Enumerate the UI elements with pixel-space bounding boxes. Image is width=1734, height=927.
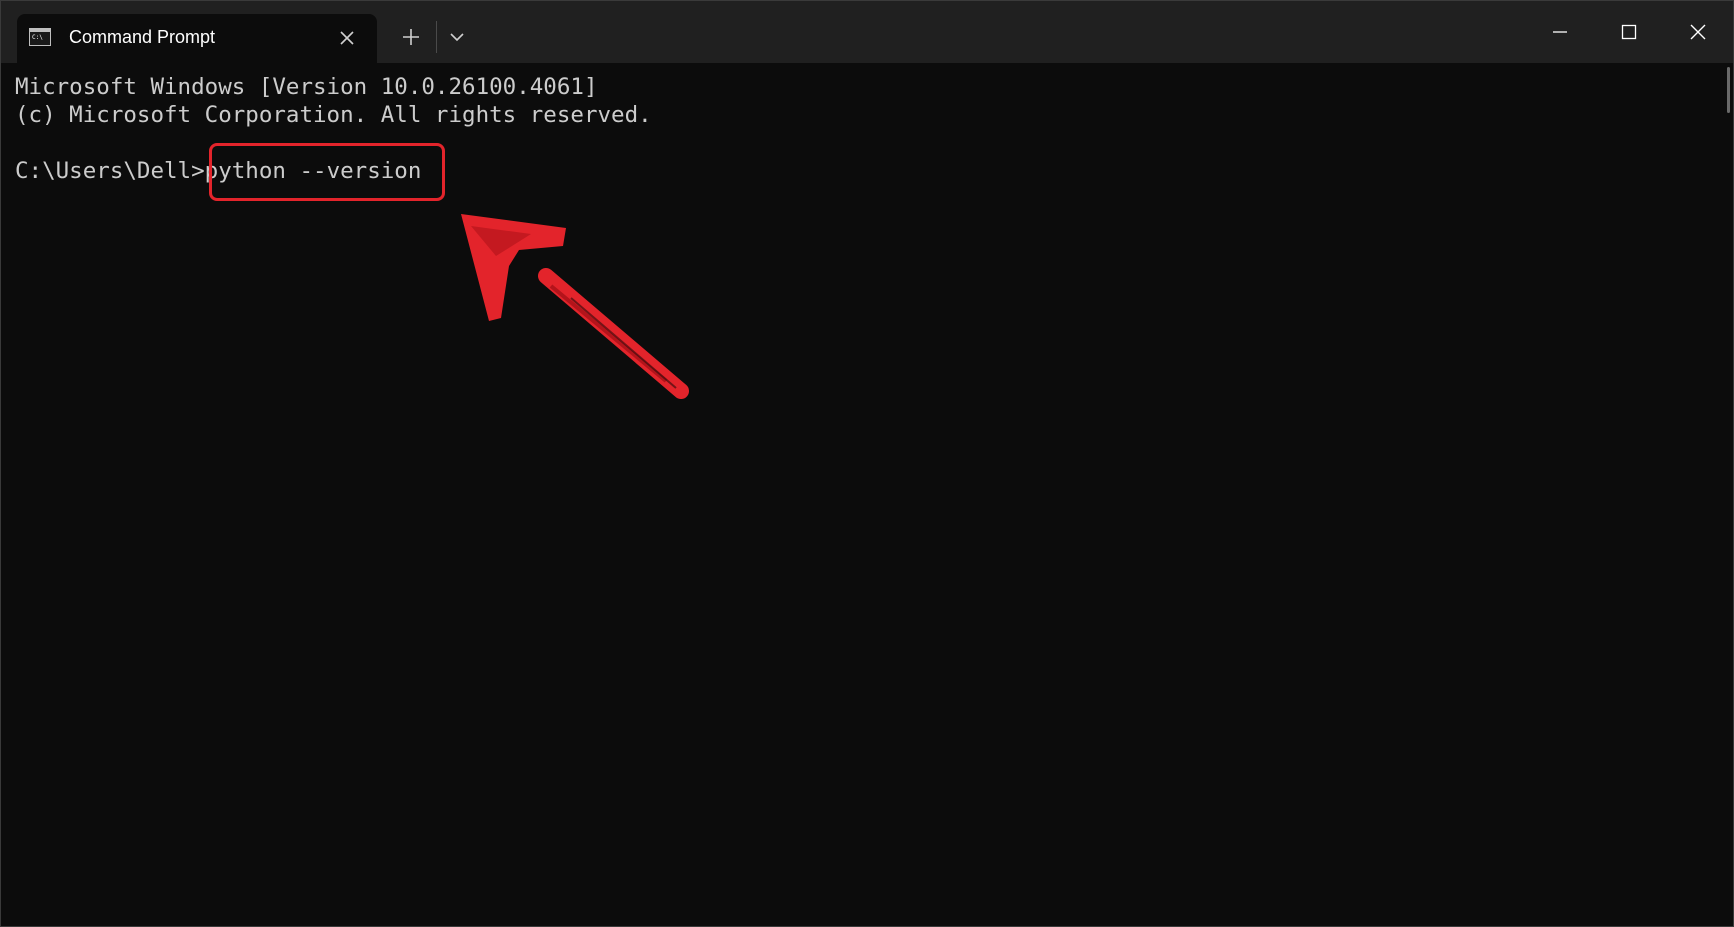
close-icon[interactable] (1672, 9, 1724, 55)
highlight-box (209, 143, 445, 201)
terminal-icon: C:\ (29, 28, 51, 46)
plus-icon[interactable] (395, 21, 427, 53)
maximize-icon[interactable] (1603, 9, 1655, 55)
divider (436, 21, 437, 53)
console-line: Microsoft Windows [Version 10.0.26100.40… (15, 74, 598, 100)
tab-title: Command Prompt (69, 27, 216, 47)
console-line: (c) Microsoft Corporation. All rights re… (15, 102, 652, 128)
tab-close-icon[interactable] (335, 26, 359, 50)
scrollbar[interactable] (1725, 63, 1731, 913)
tab-command-prompt[interactable]: C:\ Command Prompt (17, 14, 377, 63)
svg-text:C:\: C:\ (32, 34, 43, 41)
minimize-icon[interactable] (1534, 9, 1586, 55)
chevron-down-icon[interactable] (441, 21, 473, 53)
title-bar[interactable]: C:\ Command Prompt (1, 1, 1733, 63)
prompt: C:\Users\Dell> (15, 158, 205, 184)
red-arrow-icon (461, 214, 689, 399)
scrollbar-thumb[interactable] (1727, 67, 1730, 113)
terminal-window: C:\ Command Prompt Microsoft Windows [Ve… (0, 0, 1734, 927)
